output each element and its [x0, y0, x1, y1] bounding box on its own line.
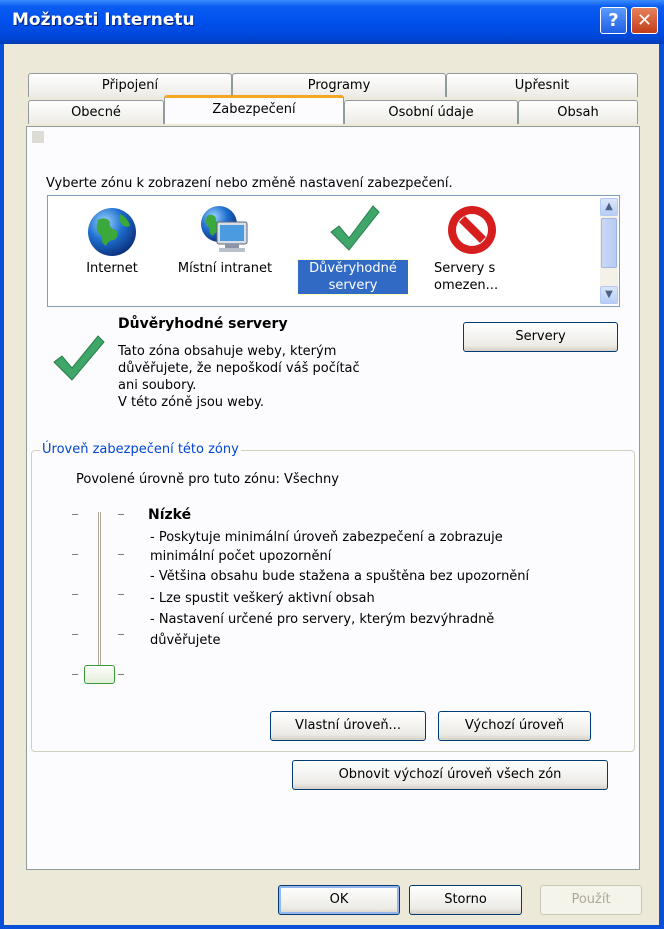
title-bar[interactable]: Možnosti Internetu ? ✕	[0, 0, 664, 44]
zone-info-line: V této zóně jsou weby.	[118, 395, 265, 410]
restricted-icon	[448, 206, 496, 254]
zone-label: Servery s omezen...	[434, 261, 499, 293]
custom-level-button[interactable]: Vlastní úroveň...	[270, 711, 426, 741]
reset-all-zones-button[interactable]: Obnovit výchozí úroveň všech zón	[292, 760, 608, 790]
cancel-button[interactable]: Storno	[409, 885, 522, 915]
slider-tick	[118, 634, 124, 635]
zone-focus-marker	[32, 131, 44, 143]
close-button[interactable]: ✕	[631, 7, 658, 34]
security-level-group-label: Úroveň zabezpečení této zóny	[40, 442, 241, 457]
slider-tick	[118, 554, 124, 555]
zone-info-line: Tato zóna obsahuje weby, kterým	[118, 344, 337, 359]
tab-osobni-udaje[interactable]: Osobní údaje	[344, 100, 518, 124]
window-title: Možnosti Internetu	[12, 10, 195, 30]
level-detail: - Lze spustit veškerý aktivní obsah	[150, 591, 375, 606]
globe-icon	[88, 208, 136, 256]
slider-tick	[118, 674, 124, 675]
scroll-thumb[interactable]	[601, 218, 617, 268]
ok-button[interactable]: OK	[278, 885, 400, 915]
zone-scrollbar[interactable]: ▲ ▼	[600, 198, 618, 304]
zone-info-title: Důvěryhodné servery	[118, 316, 288, 332]
level-detail: minimální počet upozornění	[150, 549, 332, 564]
level-detail: důvěřujete	[150, 633, 221, 648]
tab-programy[interactable]: Programy	[232, 73, 446, 97]
zone-label: Místní intranet	[177, 261, 273, 276]
security-level-name: Nízké	[148, 507, 192, 523]
slider-track	[98, 512, 101, 675]
zone-list[interactable]: Internet Místní intranet Důvěryhodné ser…	[47, 195, 620, 307]
checkmark-icon	[330, 205, 380, 251]
zone-info-line: důvěřujete, že nepoškodí váš počítač	[118, 361, 360, 376]
dialog-window: Možnosti Internetu ? ✕ Připojení Program…	[0, 0, 664, 929]
zone-label: Důvěryhodné servery	[297, 259, 409, 295]
zone-info-line: ani soubory.	[118, 378, 197, 393]
tab-zabezpeceni[interactable]: Zabezpečení	[164, 95, 344, 124]
slider-tick	[72, 554, 78, 555]
slider-thumb[interactable]	[84, 665, 115, 684]
slider-tick	[72, 634, 78, 635]
slider-tick	[72, 674, 78, 675]
tab-obsah[interactable]: Obsah	[518, 100, 638, 124]
tab-pripojeni[interactable]: Připojení	[28, 73, 232, 97]
default-level-button[interactable]: Výchozí úroveň	[438, 711, 591, 741]
slider-tick	[72, 514, 78, 515]
zone-instruction: Vyberte zónu k zobrazení nebo změně nast…	[46, 176, 453, 191]
level-detail: - Poskytuje minimální úroveň zabezpečení…	[150, 530, 503, 545]
slider-tick	[72, 594, 78, 595]
scroll-up-button[interactable]: ▲	[600, 198, 618, 216]
tab-obecne[interactable]: Obecné	[28, 100, 164, 124]
tab-upresnit[interactable]: Upřesnit	[446, 73, 638, 97]
trusted-checkmark-icon	[53, 335, 105, 381]
allowed-levels-text: Povolené úrovně pro tuto zónu: Všechny	[76, 472, 339, 487]
slider-tick	[118, 514, 124, 515]
slider-tick	[118, 594, 124, 595]
sites-button[interactable]: Servery	[463, 322, 618, 352]
level-detail: - Nastavení určené pro servery, kterým b…	[150, 612, 495, 627]
level-detail: - Většina obsahu bude stažena a spuštěna…	[150, 569, 530, 584]
apply-button[interactable]: Použít	[540, 885, 642, 915]
help-button[interactable]: ?	[600, 7, 627, 34]
zone-label: Internet	[86, 261, 138, 276]
intranet-icon	[201, 206, 248, 252]
scroll-down-button[interactable]: ▼	[600, 286, 618, 304]
